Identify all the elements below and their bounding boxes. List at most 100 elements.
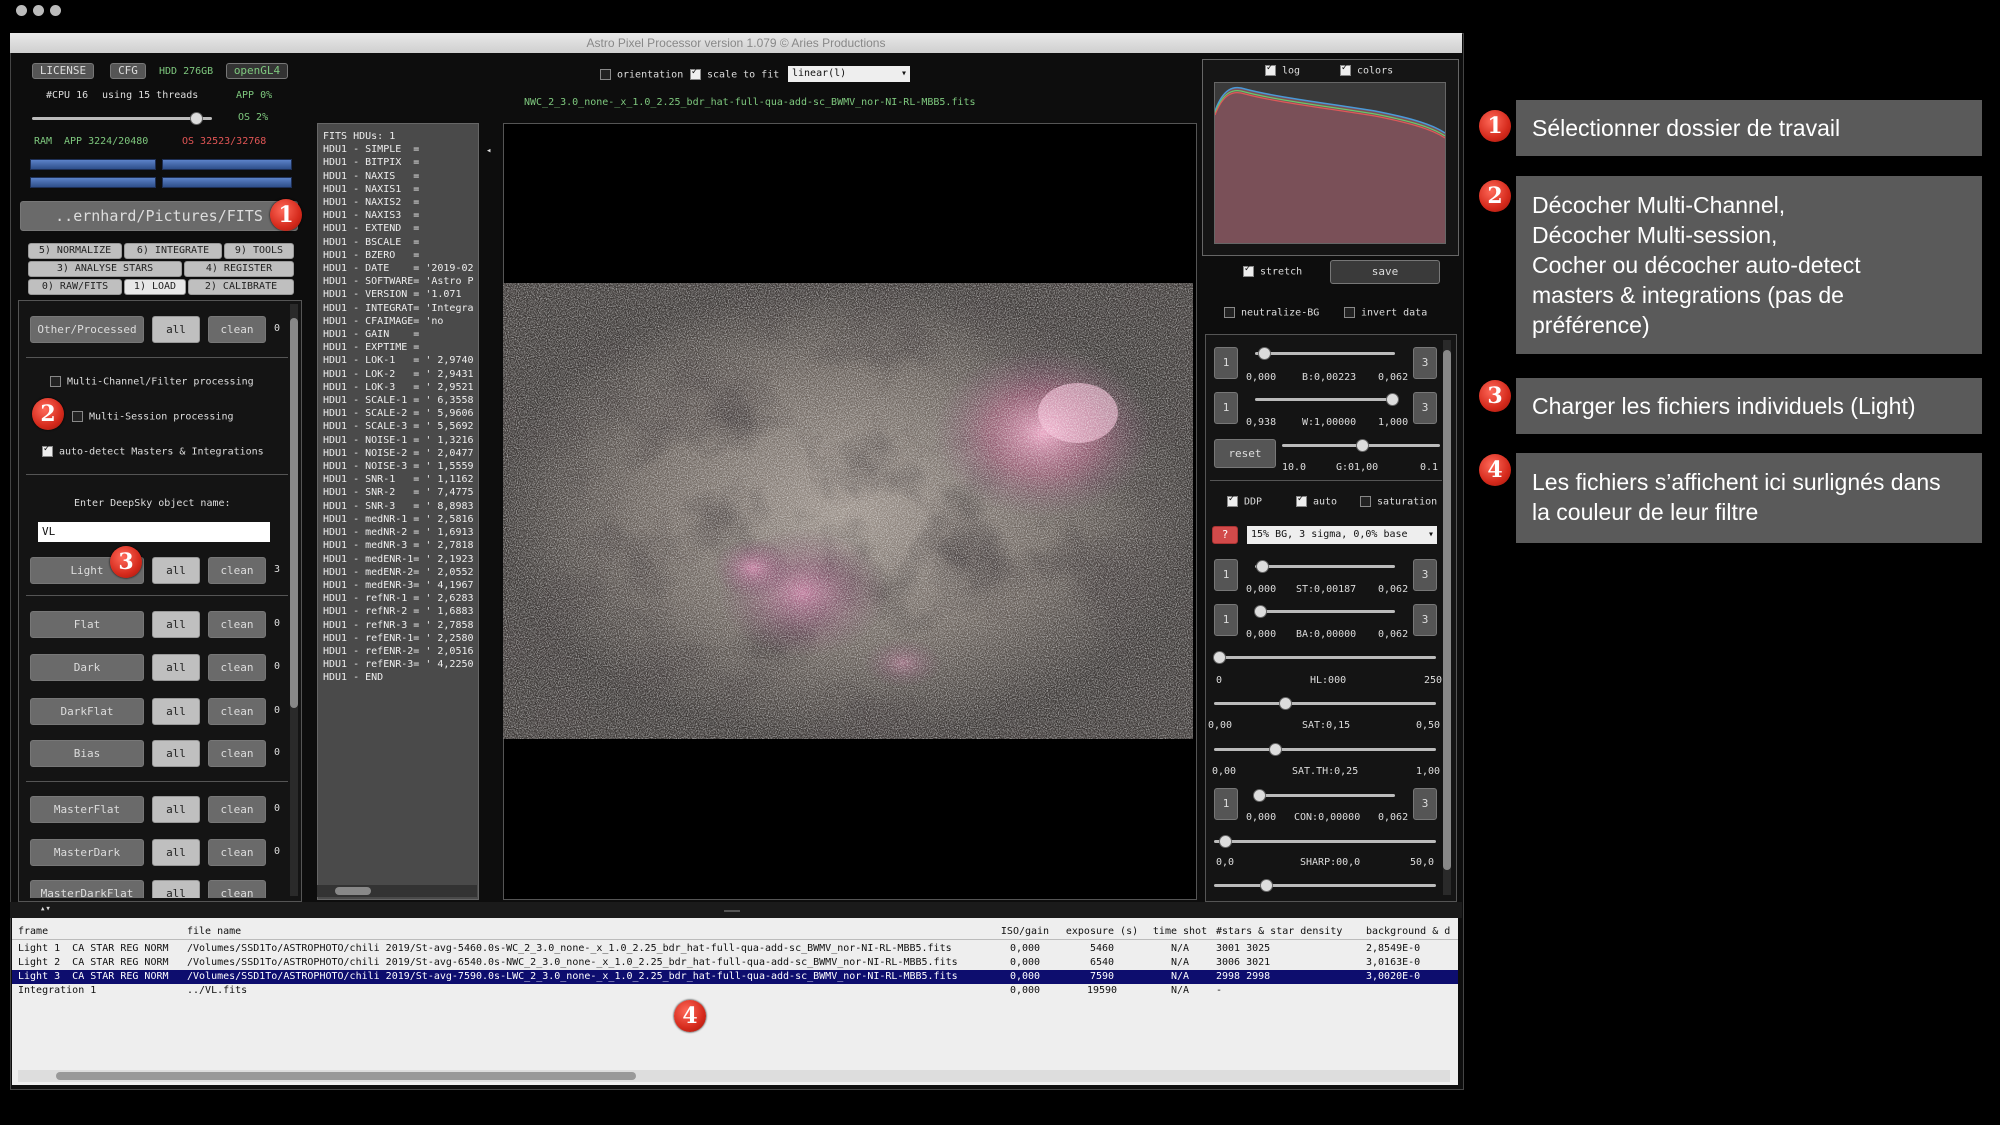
scrollbar-thumb[interactable] xyxy=(1443,350,1451,870)
sharp-slider-knob[interactable] xyxy=(1219,835,1232,848)
tab-raw-fits[interactable]: 0) RAW/FITS xyxy=(28,279,122,295)
dark-all-button[interactable]: all xyxy=(152,654,200,681)
masterdark-button[interactable]: MasterDark xyxy=(30,839,144,866)
masterflat-button[interactable]: MasterFlat xyxy=(30,796,144,823)
st-step-down-button[interactable]: 1 xyxy=(1214,559,1238,591)
bias-button[interactable]: Bias xyxy=(30,740,144,767)
con-step-down-button[interactable]: 1 xyxy=(1214,788,1238,820)
bias-all-button[interactable]: all xyxy=(152,740,200,767)
hl-slider-knob[interactable] xyxy=(1213,651,1226,664)
tab-tools[interactable]: 9) TOOLS xyxy=(224,243,294,259)
stretch-option[interactable]: stretch xyxy=(1243,264,1302,278)
hl-slider[interactable] xyxy=(1214,656,1436,659)
flat-clean-button[interactable]: clean xyxy=(208,611,266,638)
ba-slider-knob[interactable] xyxy=(1254,605,1267,618)
multisession-option[interactable]: Multi-Session processing xyxy=(72,411,234,423)
tab-normalize[interactable]: 5) NORMALIZE xyxy=(28,243,122,259)
auto-checkbox[interactable] xyxy=(1296,494,1307,507)
masterdarkflat-button[interactable]: MasterDarkFlat xyxy=(30,880,144,898)
ba-step-up-button[interactable]: 3 xyxy=(1413,604,1437,636)
scale-option[interactable]: scale to fit xyxy=(690,67,779,81)
minimize-window-button[interactable] xyxy=(33,5,44,16)
reset-button[interactable]: reset xyxy=(1214,439,1276,468)
stretch-checkbox[interactable] xyxy=(1243,264,1254,277)
dark-clean-button[interactable]: clean xyxy=(208,654,266,681)
b-slider-knob[interactable] xyxy=(1258,347,1271,360)
flat-button[interactable]: Flat xyxy=(30,611,144,638)
bg-mode-select[interactable]: 15% BG, 3 sigma, 0,0% base ▾ xyxy=(1247,526,1437,544)
darkflat-clean-button[interactable]: clean xyxy=(208,698,266,725)
scrollbar-thumb[interactable] xyxy=(290,318,298,708)
other-clean-button[interactable]: clean xyxy=(208,316,266,343)
masterdarkflat-clean-button[interactable]: clean xyxy=(208,880,266,898)
opengl-button[interactable]: openGL4 xyxy=(226,63,288,79)
table-row[interactable]: Light 1 CA STAR REG NORM/Volumes/SSD1To/… xyxy=(12,942,1458,956)
threads-slider-knob[interactable] xyxy=(190,112,203,125)
tab-load[interactable]: 1) LOAD xyxy=(124,279,186,295)
tab-analyse-stars[interactable]: 3) ANALYSE STARS xyxy=(28,261,182,277)
neutralize-option[interactable]: neutralize-BG xyxy=(1224,307,1319,319)
b-step-up-button[interactable]: 3 xyxy=(1413,347,1437,379)
saturation-checkbox[interactable] xyxy=(1360,496,1371,507)
st-slider[interactable] xyxy=(1255,565,1395,568)
scale-checkbox[interactable] xyxy=(690,67,701,80)
w-step-down-button[interactable]: 1 xyxy=(1214,392,1238,424)
colors-option[interactable]: colors xyxy=(1340,63,1393,77)
tab-register[interactable]: 4) REGISTER xyxy=(184,261,294,277)
working-folder-button[interactable]: ..ernhard/Pictures/FITS xyxy=(20,201,298,231)
w-slider-knob[interactable] xyxy=(1386,393,1399,406)
masterdarkflat-all-button[interactable]: all xyxy=(152,880,200,898)
ddp-checkbox[interactable] xyxy=(1227,494,1238,507)
cfg-button[interactable]: CFG xyxy=(110,63,146,79)
multisession-checkbox[interactable] xyxy=(72,411,83,422)
table-row[interactable]: Integration 1 ../VL.fits 0,000 19590 N/A - xyxy=(12,984,1458,998)
other-processed-button[interactable]: Other/Processed xyxy=(30,316,144,343)
sat-th-slider-knob[interactable] xyxy=(1269,743,1282,756)
license-button[interactable]: LICENSE xyxy=(32,63,94,79)
b-slider[interactable] xyxy=(1255,352,1395,355)
tab-integrate[interactable]: 6) INTEGRATE xyxy=(124,243,222,259)
con-step-up-button[interactable]: 3 xyxy=(1413,788,1437,820)
invert-checkbox[interactable] xyxy=(1344,307,1355,318)
dark-button[interactable]: Dark xyxy=(30,654,144,681)
w-step-up-button[interactable]: 3 xyxy=(1413,392,1437,424)
masterdark-clean-button[interactable]: clean xyxy=(208,839,266,866)
colors-checkbox[interactable] xyxy=(1340,63,1351,76)
table-row-selected[interactable]: Light 3 CA STAR REG NORM/Volumes/SSD1To/… xyxy=(12,970,1458,984)
save-button[interactable]: save xyxy=(1330,260,1440,284)
darkflat-button[interactable]: DarkFlat xyxy=(30,698,144,725)
invert-option[interactable]: invert data xyxy=(1344,307,1427,319)
splitter-grip[interactable] xyxy=(724,910,740,912)
ddp-option[interactable]: DDP xyxy=(1227,494,1262,508)
con-slider[interactable] xyxy=(1255,794,1395,797)
collapse-arrow-icon[interactable]: ◂ xyxy=(486,146,491,156)
orientation-checkbox[interactable] xyxy=(600,69,611,80)
extra-slider-knob[interactable] xyxy=(1260,879,1273,892)
extra-slider[interactable] xyxy=(1214,884,1436,887)
sat-slider-knob[interactable] xyxy=(1279,697,1292,710)
threads-slider[interactable] xyxy=(32,117,212,120)
darkflat-all-button[interactable]: all xyxy=(152,698,200,725)
object-name-input[interactable]: VL xyxy=(38,522,270,542)
sat-slider[interactable] xyxy=(1214,702,1436,705)
table-header[interactable]: frame file name ISO/gain exposure (s) time s… xyxy=(12,925,1458,940)
masterflat-all-button[interactable]: all xyxy=(152,796,200,823)
flat-all-button[interactable]: all xyxy=(152,611,200,638)
log-checkbox[interactable] xyxy=(1265,63,1276,76)
auto-option[interactable]: auto xyxy=(1296,494,1337,508)
autodetect-checkbox[interactable] xyxy=(42,444,53,457)
stretch-mode-select[interactable]: linear(l) ▾ xyxy=(788,66,910,82)
g-slider-knob[interactable] xyxy=(1356,439,1369,452)
scrollbar-thumb[interactable] xyxy=(56,1072,636,1080)
bias-clean-button[interactable]: clean xyxy=(208,740,266,767)
w-slider[interactable] xyxy=(1255,398,1395,401)
close-window-button[interactable] xyxy=(16,5,27,16)
masterdark-all-button[interactable]: all xyxy=(152,839,200,866)
astro-image[interactable] xyxy=(503,283,1193,739)
masterflat-clean-button[interactable]: clean xyxy=(208,796,266,823)
log-option[interactable]: log xyxy=(1265,63,1300,77)
sharp-slider[interactable] xyxy=(1214,840,1436,843)
b-step-down-button[interactable]: 1 xyxy=(1214,347,1238,379)
neutralize-checkbox[interactable] xyxy=(1224,307,1235,318)
multichannel-option[interactable]: Multi-Channel/Filter processing xyxy=(50,376,254,388)
